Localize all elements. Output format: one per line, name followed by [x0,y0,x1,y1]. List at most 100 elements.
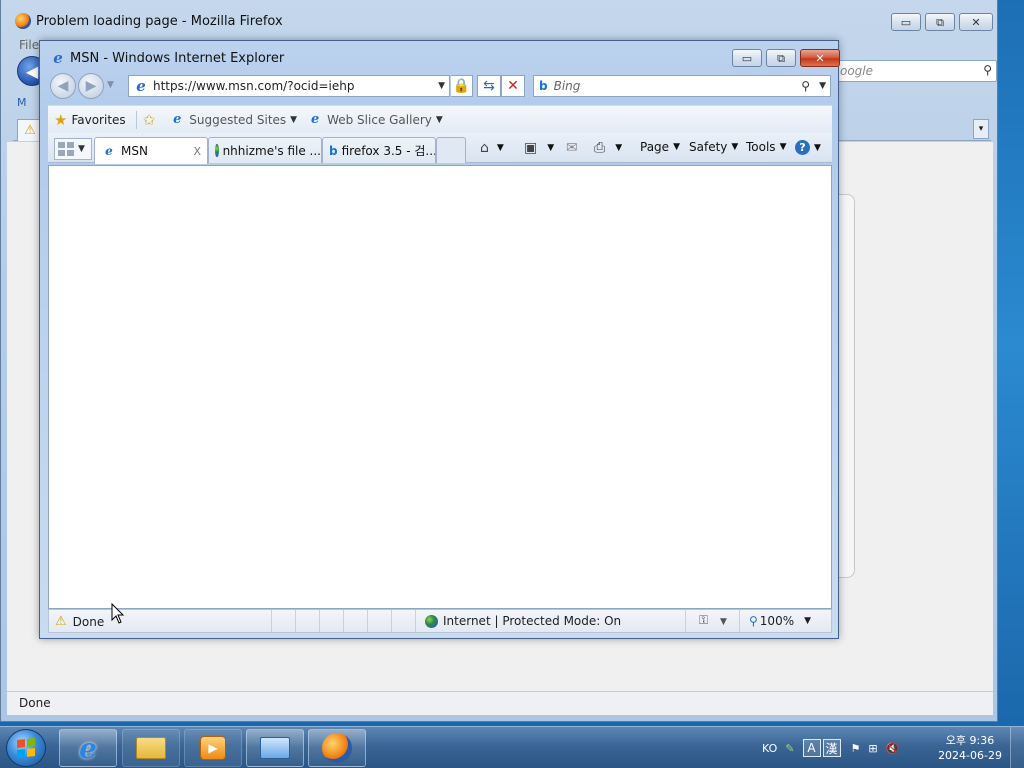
tab-label: MSN [121,144,148,158]
ie-window: e MSN - Windows Internet Explorer ▭ ⧉ ✕ … [39,40,840,639]
ime-mode-button[interactable]: A [802,739,821,757]
tab-msn[interactable]: e MSN X [94,137,208,164]
zoom-icon: ⚲ [749,614,758,628]
remote-desktop-icon [260,737,290,759]
firefox-restore-button[interactable]: ⧉ [925,13,955,31]
divider [271,610,272,632]
read-mail-button[interactable]: ✉ [566,140,578,156]
taskbar-remote-desktop[interactable] [246,729,304,767]
ie-logo-icon: e [79,731,97,765]
chevron-down-icon[interactable]: ▼ [615,143,622,153]
zoom-control[interactable]: ⚲ 100% ▼ [749,614,811,628]
favorites-button[interactable]: ★ Favorites [48,111,126,129]
tools-menu-label: Tools [746,140,776,154]
taskbar-windows-explorer[interactable] [122,729,180,767]
firefox-menu-file[interactable]: File [19,38,39,52]
tab-nhhizme[interactable]: nhhizme's file ... [208,137,322,163]
network-icon[interactable]: ⊞ [868,742,877,755]
refresh-icon: ⇆ [483,78,495,94]
search-placeholder: Bing [553,79,581,93]
page-viewport[interactable] [48,165,832,609]
chevron-down-icon[interactable]: ▼ [547,143,554,153]
divider [391,610,392,632]
firefox-status-bar: Done [7,691,993,715]
ie-close-button[interactable]: ✕ [800,49,840,67]
firefox-tab-list-button[interactable]: ▾ [973,119,989,139]
help-menu[interactable]: ? ▼ [795,140,821,155]
page-menu[interactable]: Page ▼ [640,140,680,154]
protected-mode-toggle[interactable]: ⚿ ▼ [699,613,727,628]
show-desktop-button[interactable] [1010,727,1024,768]
firefox-search-text: oogle [840,64,874,78]
divider [685,610,686,632]
security-zone[interactable]: Internet | Protected Mode: On [425,614,621,628]
warning-icon[interactable]: ⚠ [55,614,67,629]
action-center-flag-icon[interactable]: ⚑ [851,742,861,755]
search-icon[interactable]: ⚲ [983,63,992,77]
arrow-right-icon: ▶ [85,78,97,94]
mouse-pointer-icon [111,603,125,624]
address-bar[interactable]: e https://www.msn.com/?ocid=iehp ▼ [128,75,450,97]
divider [739,610,740,632]
page-icon: e [173,112,182,127]
refresh-button[interactable]: ⇆ [477,75,501,97]
clock-time: 오후 9:36 [945,734,995,747]
rss-icon: ▣ [524,140,538,156]
taskbar-internet-explorer[interactable]: e [59,729,117,767]
ime-hanja-button[interactable]: 漢 [822,739,841,757]
volume-muted-icon[interactable]: 🔇 [886,742,900,755]
firefox-title: Problem loading page - Mozilla Firefox [36,13,283,29]
clock[interactable]: 오후 9:36 2024-06-29 [938,733,1002,763]
taskbar-media-player[interactable]: ▶ [184,729,242,767]
home-button[interactable]: ⌂ ▼ [480,140,504,156]
chevron-down-icon[interactable]: ▼ [819,81,826,91]
taskbar: e ▶ KO ✎ A 漢 ⚑ ⊞ 🔇 오후 9:36 2024-06-29 [0,726,1024,768]
chevron-down-icon[interactable]: ▼ [497,143,504,153]
add-to-favorites-bar-button[interactable]: ✩ [143,111,160,129]
new-tab-button[interactable] [436,137,466,163]
home-icon: ⌂ [480,140,489,156]
close-icon: ✕ [507,78,519,94]
chevron-down-icon: ▼ [290,114,298,125]
print-button[interactable]: ⎙ ▼ [594,140,622,156]
arrow-left-icon: ◀ [25,61,39,81]
page-menu-label: Page [640,140,670,154]
add-favorite-icon: ✩ [142,110,156,129]
firefox-minimize-button[interactable]: ▭ [891,13,921,31]
ie-title: MSN - Windows Internet Explorer [70,50,285,66]
web-slice-gallery-link[interactable]: e Web Slice Gallery ▼ [307,112,443,128]
lock-icon[interactable]: 🔒 [451,75,473,97]
media-player-icon: ▶ [200,736,226,760]
tools-menu[interactable]: Tools ▼ [746,140,786,154]
suggested-sites-link[interactable]: e Suggested Sites ▼ [169,112,297,128]
ie-search-input[interactable]: b Bing ⚲ ▼ [533,75,831,97]
favorites-label: Favorites [71,112,126,127]
language-indicator[interactable]: KO [762,742,777,755]
search-icon[interactable]: ⚲ [801,79,810,93]
feeds-button[interactable]: ▣ ▼ [524,140,554,156]
chevron-down-icon[interactable]: ▼ [438,81,445,91]
printer-icon: ⎙ [594,140,606,156]
clock-date: 2024-06-29 [938,749,1002,762]
page-icon: e [310,112,320,127]
tab-firefox-search[interactable]: b firefox 3.5 - 검... [322,137,436,163]
ie-restore-button[interactable]: ⧉ [766,49,796,67]
chevron-down-icon[interactable]: ▼ [78,144,85,154]
ie-minimize-button[interactable]: ▭ [732,49,762,67]
quick-tabs-button[interactable]: ▼ [54,138,92,160]
close-icon[interactable]: X [193,145,201,158]
taskbar-firefox[interactable] [308,729,366,767]
favorites-bar: ★ Favorites ✩ e Suggested Sites ▼ e Web … [48,105,832,133]
recent-pages-dropdown[interactable]: ▼ [107,80,114,90]
firefox-close-button[interactable]: ✕ [959,13,993,31]
ie-back-button[interactable]: ◀ [50,73,76,99]
status-done: ⚠ Done [55,614,104,629]
safety-menu[interactable]: Safety ▼ [689,140,738,154]
ime-tool-icon[interactable]: ✎ [785,742,794,755]
firefox-bookmark-item[interactable]: M [17,96,27,109]
stop-button[interactable]: ✕ [501,75,525,97]
grid-icon [58,142,74,156]
start-button[interactable] [6,729,46,767]
ie-forward-button[interactable]: ▶ [78,73,104,99]
firefox-search-input[interactable]: oogle ⚲ [835,60,997,82]
